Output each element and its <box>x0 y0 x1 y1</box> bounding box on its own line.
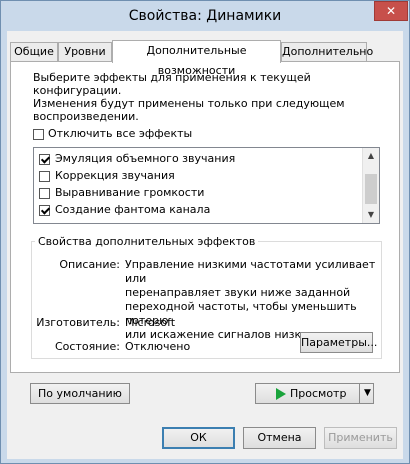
disable-all-label: Отключить все эффекты <box>48 127 193 140</box>
description-label: Описание: <box>59 258 120 271</box>
effect-checkbox[interactable] <box>39 187 50 199</box>
effect-checkbox[interactable] <box>39 153 50 165</box>
preview-label: Просмотр <box>290 387 347 400</box>
disable-all-effects-checkbox[interactable]: Отключить все эффекты <box>33 127 192 141</box>
ok-button[interactable]: ОК <box>162 427 235 449</box>
effect-properties-title: Свойства дополнительных эффектов <box>35 235 259 248</box>
parameters-button[interactable]: Параметры... <box>300 332 377 353</box>
effect-item-loudness[interactable]: Выравнивание громкости <box>39 185 204 201</box>
play-icon <box>276 388 286 400</box>
tab-general[interactable]: Общие <box>10 42 58 61</box>
effects-scrollbar[interactable]: ▲ ▼ <box>362 148 379 223</box>
state-label: Состояние: <box>54 340 120 353</box>
close-button[interactable]: ✕ <box>374 1 408 21</box>
tab-advanced[interactable]: Дополнительно <box>281 42 373 61</box>
apply-button[interactable]: Применить <box>324 427 397 449</box>
effect-checkbox[interactable] <box>39 204 50 216</box>
scroll-down-arrow-icon[interactable]: ▼ <box>363 207 379 223</box>
preview-button[interactable]: Просмотр <box>255 383 374 404</box>
effect-description-line: Управление низкими частотами усиливает и… <box>125 258 376 285</box>
description-line: воспроизведении. <box>33 110 139 123</box>
preview-dropdown-arrow-icon[interactable]: ▼ <box>359 383 375 404</box>
vendor-label: Изготовитель: <box>36 316 120 329</box>
restore-defaults-button[interactable]: По умолчанию <box>30 383 130 404</box>
effect-description-line: перенаправляет звуки ниже заданной <box>125 286 351 299</box>
scroll-up-arrow-icon[interactable]: ▲ <box>363 148 379 164</box>
effect-label: Коррекция звучания <box>55 169 175 182</box>
title-bar[interactable]: Свойства: Динамики ✕ <box>1 1 409 31</box>
effect-checkbox[interactable] <box>39 170 50 182</box>
effect-item-room-correction[interactable]: Коррекция звучания <box>39 168 175 184</box>
effect-item-phantom[interactable]: Создание фантома канала <box>39 202 210 218</box>
effect-item-surround[interactable]: Эмуляция объемного звучания <box>39 151 235 167</box>
cancel-button[interactable]: Отмена <box>243 427 316 449</box>
scroll-thumb[interactable] <box>365 174 377 204</box>
tab-enhancements[interactable]: Дополнительные возможности <box>112 40 281 77</box>
effect-label: Выравнивание громкости <box>55 186 205 199</box>
vendor-value: Microsoft <box>125 316 176 329</box>
effect-label: Эмуляция объемного звучания <box>55 152 236 165</box>
tab-levels[interactable]: Уровни <box>58 42 112 61</box>
window-title: Свойства: Динамики <box>128 8 282 24</box>
effects-list[interactable]: Эмуляция объемного звучания Коррекция зв… <box>33 147 380 224</box>
checkbox-box[interactable] <box>33 128 44 140</box>
effect-label: Создание фантома канала <box>55 203 211 216</box>
tab-strip: Общие Уровни Дополнительные возможности … <box>10 40 400 77</box>
description-line: Изменения будут применены только при сле… <box>33 97 345 110</box>
state-value: Отключено <box>125 340 191 353</box>
